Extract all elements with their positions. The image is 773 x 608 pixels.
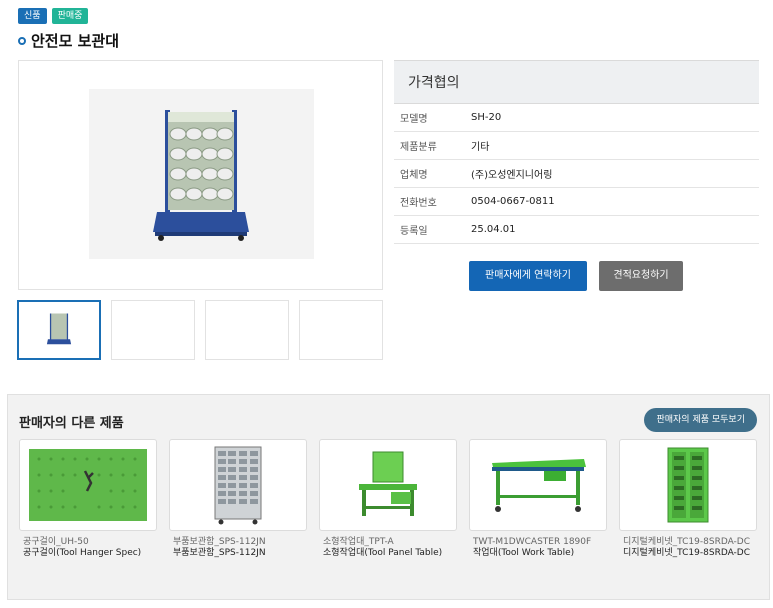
spec-key: 업체명 (400, 170, 428, 181)
product-card-list: 공구걸이_UH-50 공구걸이(Tool Hanger Spec) 부품보관함_… (19, 439, 757, 559)
spec-row-phone: 전화번호 0504-0667-0811 (394, 188, 759, 216)
spec-row-model: 모델명 SH-20 (394, 104, 759, 132)
spec-value: SH-20 (471, 112, 502, 123)
product-card[interactable]: 부품보관함_SPS-112JN 부품보관함_SPS-112JN (169, 439, 307, 559)
product-card-image[interactable] (169, 439, 307, 531)
product-card-image[interactable] (319, 439, 457, 531)
spec-key: 등록일 (400, 226, 428, 237)
product-card[interactable]: TWT-M1DWCASTER 1890F 작업대(Tool Work Table… (469, 439, 607, 559)
thumbnail-strip (17, 300, 383, 360)
product-card-code: TWT-M1DWCASTER 1890F (473, 537, 592, 547)
product-info-panel: 가격협의 모델명 SH-20 제품분류 기타 업체명 (주)오성엔지니어링 전화… (394, 60, 759, 244)
tool-panel-table-icon (359, 451, 417, 516)
title-row: 안전모 보관대 (18, 30, 119, 51)
product-card-image[interactable] (469, 439, 607, 531)
new-badge: 신품 (18, 8, 47, 24)
contact-seller-button[interactable]: 판매자에게 연락하기 (469, 261, 587, 291)
product-card-image[interactable] (619, 439, 757, 531)
spec-value: 기타 (471, 142, 490, 153)
spec-value: 25.04.01 (471, 224, 516, 235)
spec-value: (주)오성엔지니어링 (471, 170, 553, 181)
thumbnail-4[interactable] (299, 300, 383, 360)
work-table-icon (492, 459, 586, 512)
product-card-image[interactable] (19, 439, 157, 531)
badge-group: 신품 판매중 (18, 8, 89, 24)
spec-key: 모델명 (400, 114, 428, 125)
product-card-name: 공구걸이(Tool Hanger Spec) (23, 548, 142, 558)
price-text: 가격협의 (408, 75, 460, 91)
thumbnail-2[interactable] (111, 300, 195, 360)
product-card-code: 디지털케비넷_TC19-8SRDA-DC (623, 537, 751, 547)
spec-row-company: 업체명 (주)오성엔지니어링 (394, 160, 759, 188)
product-card-code: 공구걸이_UH-50 (23, 537, 89, 547)
action-buttons: 판매자에게 연락하기 견적요청하기 (469, 261, 683, 291)
spec-value: 0504-0667-0811 (471, 196, 555, 207)
digital-cabinet-icon (667, 447, 709, 523)
tool-hanger-icon (29, 449, 147, 521)
product-card-name: 소형작업대(Tool Panel Table) (323, 548, 443, 558)
spec-key: 전화번호 (400, 198, 437, 209)
spec-row-category: 제품분류 기타 (394, 132, 759, 160)
product-card-code: 부품보관함_SPS-112JN (173, 537, 266, 547)
thumbnail-1[interactable] (17, 300, 101, 360)
spec-key: 제품분류 (400, 142, 437, 153)
spec-row-date: 등록일 25.04.01 (394, 216, 759, 244)
view-all-products-button[interactable]: 판매자의 제품 모두보기 (644, 408, 757, 432)
other-products-title: 판매자의 다른 제품 (19, 416, 124, 431)
product-card-name: 디지털케비넷_TC19-8SRDA-DC (623, 548, 751, 558)
parts-cabinet-icon (214, 446, 262, 525)
helmet-rack-thumb-icon (46, 313, 72, 345)
product-card-name: 부품보관함_SPS-112JN (173, 548, 266, 558)
product-card-name: 작업대(Tool Work Table) (473, 548, 575, 558)
price-box: 가격협의 (394, 60, 759, 104)
main-product-image[interactable] (18, 60, 383, 290)
page-title: 안전모 보관대 (31, 32, 120, 50)
helmet-rack-image (152, 109, 249, 241)
on-sale-badge: 판매중 (51, 8, 89, 24)
request-quote-button[interactable]: 견적요청하기 (599, 261, 683, 291)
product-card[interactable]: 공구걸이_UH-50 공구걸이(Tool Hanger Spec) (19, 439, 157, 559)
product-card-code: 소형작업대_TPT-A (323, 537, 394, 547)
other-products-section: 판매자의 다른 제품 판매자의 제품 모두보기 공구걸이_UH-50 공구걸이(… (7, 394, 770, 600)
product-card[interactable]: 소형작업대_TPT-A 소형작업대(Tool Panel Table) (319, 439, 457, 559)
title-bullet-icon (18, 36, 26, 45)
product-card[interactable]: 디지털케비넷_TC19-8SRDA-DC 디지털케비넷_TC19-8SRDA-D… (619, 439, 757, 559)
thumbnail-3[interactable] (205, 300, 289, 360)
